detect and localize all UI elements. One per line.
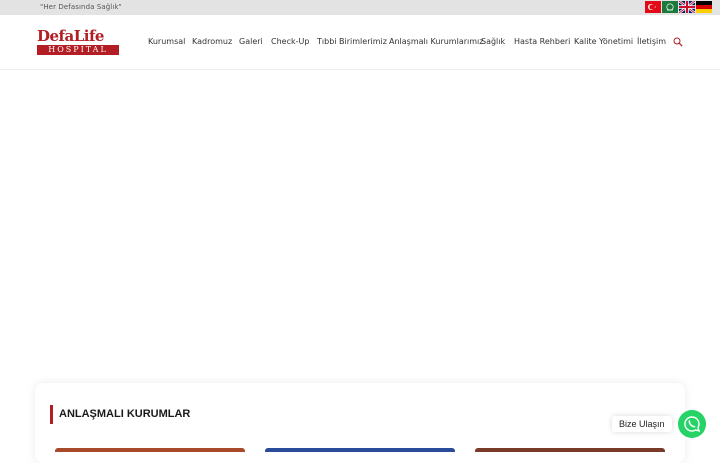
nav-kurumsal[interactable]: Kurumsal [148,37,185,46]
nav-check-up[interactable]: Check-Up [271,37,309,46]
partner-thumbnail[interactable] [475,448,665,452]
hero-slider [0,71,720,381]
logo-subtitle: HOSPITAL [48,45,108,54]
slogan: "Her Defasında Sağlık" [40,3,122,11]
nav-galeri[interactable]: Galeri [239,37,263,46]
search-icon[interactable] [673,37,683,47]
tr-flag-icon[interactable] [645,1,661,13]
section-accent [50,405,53,424]
top-bar: "Her Defasında Sağlık" [0,0,720,15]
partners-section: ANLAŞMALI KURUMLAR [35,383,685,463]
nav-tibbi-birimlerimiz[interactable]: Tıbbi Birimlerimiz [317,37,387,46]
contact-label[interactable]: Bize Ulaşın [612,416,672,432]
nav-kadromuz[interactable]: Kadromuz [192,37,232,46]
nav-anlasmali-kurumlarimiz[interactable]: Anlaşmalı Kurumlarımız [389,37,483,46]
partner-thumbnail[interactable] [265,448,455,452]
language-switcher [645,1,712,13]
nav-kalite-yonetimi[interactable]: Kalite Yönetimi [574,37,633,46]
nav-saglik[interactable]: Sağlık [481,37,505,46]
logo[interactable]: DefaLife HOSPITAL [37,29,119,56]
nav-hasta-rehberi[interactable]: Hasta Rehberi [514,37,570,46]
logo-text: DefaLife [37,27,104,45]
de-flag-icon[interactable] [696,1,712,13]
en-flag-icon[interactable] [679,1,695,13]
section-title: ANLAŞMALI KURUMLAR [59,408,191,420]
ar-flag-icon[interactable] [662,1,678,13]
partner-thumbnail[interactable] [55,448,245,452]
nav-iletisim[interactable]: İletişim [637,37,666,46]
whatsapp-icon[interactable] [678,410,706,438]
